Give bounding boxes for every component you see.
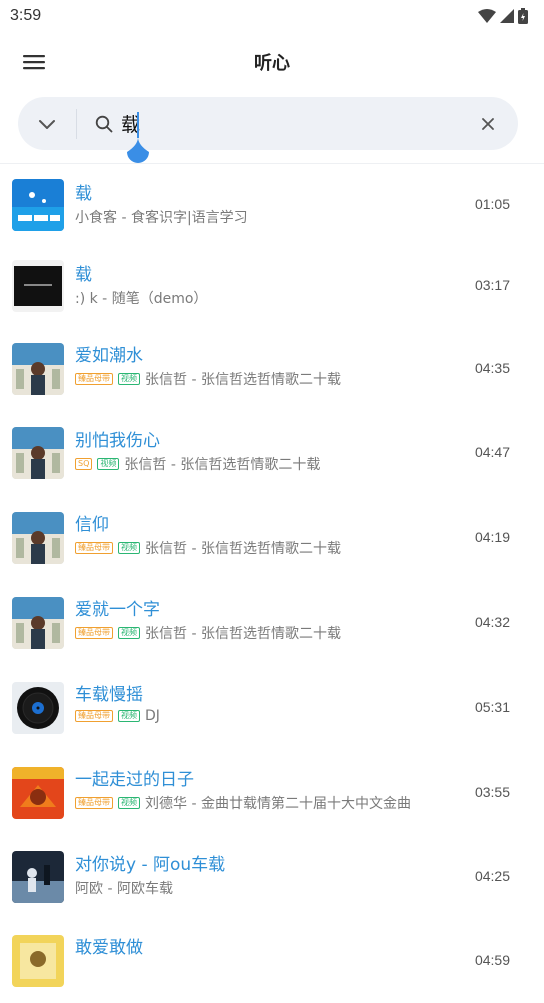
text-cursor <box>137 112 139 138</box>
close-icon <box>482 118 494 130</box>
video-badge: 视频 <box>118 627 140 639</box>
status-icons <box>478 8 528 24</box>
album-cover <box>12 851 64 903</box>
song-title: 爱如潮水 <box>75 346 143 366</box>
quality-badge: 臻品母带 <box>75 542 113 554</box>
album-cover <box>12 427 64 479</box>
album-cover <box>12 935 64 987</box>
album-cover <box>12 343 64 395</box>
search-type-dropdown[interactable] <box>18 97 76 150</box>
song-artist: 阿欧 - 阿欧车载 <box>75 881 173 897</box>
video-badge: 视频 <box>118 373 140 385</box>
search-input[interactable] <box>121 103 441 144</box>
song-artist: 小食客 - 食客识字|语言学习 <box>75 210 248 226</box>
album-cover <box>12 512 64 564</box>
album-cover <box>12 597 64 649</box>
song-row[interactable]: 载小食客 - 食客识字|语言学习 01:05 <box>0 164 544 245</box>
song-row[interactable]: 载 :) k - 随笔（demo） 03:17 <box>0 245 544 326</box>
search-bar <box>18 97 518 150</box>
song-duration: 04:32 <box>474 614 510 630</box>
chevron-down-icon <box>39 119 55 129</box>
song-subtitle: 小食客 - 食客识字|语言学习 <box>75 207 248 227</box>
song-title: 载 <box>75 265 92 285</box>
song-duration: 04:35 <box>474 360 510 376</box>
song-duration: 03:17 <box>474 277 510 293</box>
status-time: 3:59 <box>10 7 42 24</box>
video-badge: 视频 <box>118 710 140 722</box>
quality-badge: 臻品母带 <box>75 797 113 809</box>
song-row[interactable]: 一起走过的日子臻品母带 视频 刘德华 - 金曲廿载情第二十届十大中文金曲 03:55 <box>0 750 544 835</box>
app-header: 听心 <box>0 32 544 92</box>
song-subtitle: SQ 视频 张信哲 - 张信哲选哲情歌二十载 <box>75 454 320 474</box>
song-row[interactable]: 别怕我伤心 SQ 视频 张信哲 - 张信哲选哲情歌二十载 04:47 <box>0 411 544 495</box>
song-duration: 05:31 <box>474 699 510 715</box>
song-duration: 04:47 <box>474 444 510 460</box>
hamburger-menu-icon <box>23 55 45 70</box>
song-row[interactable]: 敢爱敢做 04:59 <box>0 918 544 1003</box>
album-cover <box>12 179 64 231</box>
status-bar: 3:59 <box>0 0 544 32</box>
song-title: 载 <box>75 184 92 204</box>
signal-icon <box>500 9 514 23</box>
song-artist: 张信哲 - 张信哲选哲情歌二十载 <box>145 626 341 642</box>
song-row[interactable]: 爱如潮水臻品母带 视频 张信哲 - 张信哲选哲情歌二十载 04:35 <box>0 326 544 411</box>
album-cover <box>12 682 64 734</box>
song-artist: 刘德华 - 金曲廿载情第二十届十大中文金曲 <box>145 796 411 812</box>
song-artist: 张信哲 - 张信哲选哲情歌二十载 <box>145 541 341 557</box>
song-title: 信仰 <box>75 515 109 535</box>
text-cursor-handle-icon[interactable] <box>125 137 151 165</box>
battery-icon <box>518 8 528 24</box>
song-artist: DJ <box>145 708 160 724</box>
song-title: 一起走过的日子 <box>75 770 194 790</box>
song-duration: 04:25 <box>474 868 510 884</box>
song-row[interactable]: 爱就一个字臻品母带 视频 张信哲 - 张信哲选哲情歌二十载 04:32 <box>0 580 544 665</box>
song-duration: 01:05 <box>474 196 510 212</box>
album-cover <box>12 767 64 819</box>
quality-badge: SQ <box>75 458 93 470</box>
album-cover <box>12 260 64 312</box>
menu-button[interactable] <box>22 52 46 72</box>
search-icon <box>95 115 113 132</box>
song-artist: 张信哲 - 张信哲选哲情歌二十载 <box>145 372 341 388</box>
song-duration: 04:59 <box>474 952 510 968</box>
video-badge: 视频 <box>97 458 120 470</box>
song-subtitle: :) k - 随笔（demo） <box>75 288 207 308</box>
song-row[interactable]: 对你说y - 阿ou车载阿欧 - 阿欧车载 04:25 <box>0 835 544 918</box>
song-artist: :) k - 随笔（demo） <box>75 291 208 307</box>
song-row[interactable]: 信仰臻品母带 视频 张信哲 - 张信哲选哲情歌二十载 04:19 <box>0 495 544 580</box>
song-title: 车载慢摇 <box>75 685 143 705</box>
song-title: 爱就一个字 <box>75 600 160 620</box>
quality-badge: 臻品母带 <box>75 710 113 722</box>
wifi-icon <box>478 9 496 23</box>
song-list: 载小食客 - 食客识字|语言学习 01:05 载:) k - 随笔（demo） 03:… <box>0 164 544 1003</box>
song-title: 敢爱敢做 <box>75 938 143 958</box>
song-artist: 张信哲 - 张信哲选哲情歌二十载 <box>124 457 321 473</box>
song-subtitle: 臻品母带 视频 刘德华 - 金曲廿载情第二十届十大中文金曲 <box>75 793 411 813</box>
clear-search-button[interactable] <box>478 114 498 134</box>
song-subtitle: 臻品母带 视频 张信哲 - 张信哲选哲情歌二十载 <box>75 369 341 389</box>
song-duration: 03:55 <box>474 784 510 800</box>
song-duration: 04:19 <box>474 529 510 545</box>
song-title: 对你说y - 阿ou车载 <box>75 855 226 875</box>
quality-badge: 臻品母带 <box>75 373 113 385</box>
song-subtitle: 阿欧 - 阿欧车载 <box>75 878 173 898</box>
song-subtitle: 臻品母带 视频 张信哲 - 张信哲选哲情歌二十载 <box>75 623 341 643</box>
search-divider <box>76 108 77 139</box>
song-subtitle: 臻品母带 视频 张信哲 - 张信哲选哲情歌二十载 <box>75 538 341 558</box>
page-title: 听心 <box>254 53 290 74</box>
song-row[interactable]: 车载慢摇臻品母带 视频 DJ 05:31 <box>0 665 544 750</box>
quality-badge: 臻品母带 <box>75 627 113 639</box>
video-badge: 视频 <box>118 542 140 554</box>
song-subtitle: 臻品母带 视频 DJ <box>75 708 160 724</box>
song-title: 别怕我伤心 <box>75 431 160 451</box>
video-badge: 视频 <box>118 797 140 809</box>
